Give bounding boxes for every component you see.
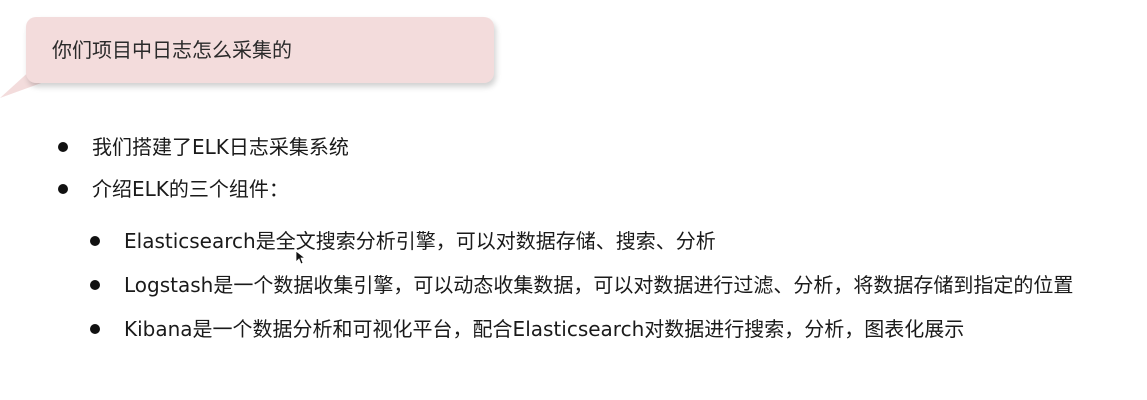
bullet-icon [90,236,100,246]
main-point-elk: 我们搭建了ELK日志采集系统 [58,133,349,175]
bullet-icon [90,324,100,334]
component-elasticsearch: Elasticsearch是全文搜索分析引擎，可以对数据存储、搜索、分析 [90,227,1073,271]
component-text: Elasticsearch是全文搜索分析引擎，可以对数据存储、搜索、分析 [124,229,716,253]
component-logstash: Logstash是一个数据收集引擎，可以动态收集数据，可以对数据进行过滤、分析，… [90,271,1073,315]
bullet-icon [58,142,68,152]
main-point-text: 我们搭建了ELK日志采集系统 [92,135,349,159]
question-callout: 你们项目中日志怎么采集的 [0,0,520,120]
bullet-icon [90,280,100,290]
main-points-list: 我们搭建了ELK日志采集系统 介绍ELK的三个组件： [58,133,349,217]
components-list: Elasticsearch是全文搜索分析引擎，可以对数据存储、搜索、分析 Log… [90,227,1073,359]
slide: 你们项目中日志怎么采集的 我们搭建了ELK日志采集系统 介绍ELK的三个组件： … [0,0,1147,400]
bullet-icon [58,184,68,194]
main-point-components: 介绍ELK的三个组件： [58,175,349,217]
component-kibana: Kibana是一个数据分析和可视化平台，配合Elasticsearch对数据进行… [90,315,1073,359]
question-text: 你们项目中日志怎么采集的 [52,38,292,62]
mouse-pointer-icon [296,251,306,265]
main-point-text: 介绍ELK的三个组件： [92,177,289,201]
component-text: Logstash是一个数据收集引擎，可以动态收集数据，可以对数据进行过滤、分析，… [124,273,1074,297]
component-text: Kibana是一个数据分析和可视化平台，配合Elasticsearch对数据进行… [124,317,965,341]
